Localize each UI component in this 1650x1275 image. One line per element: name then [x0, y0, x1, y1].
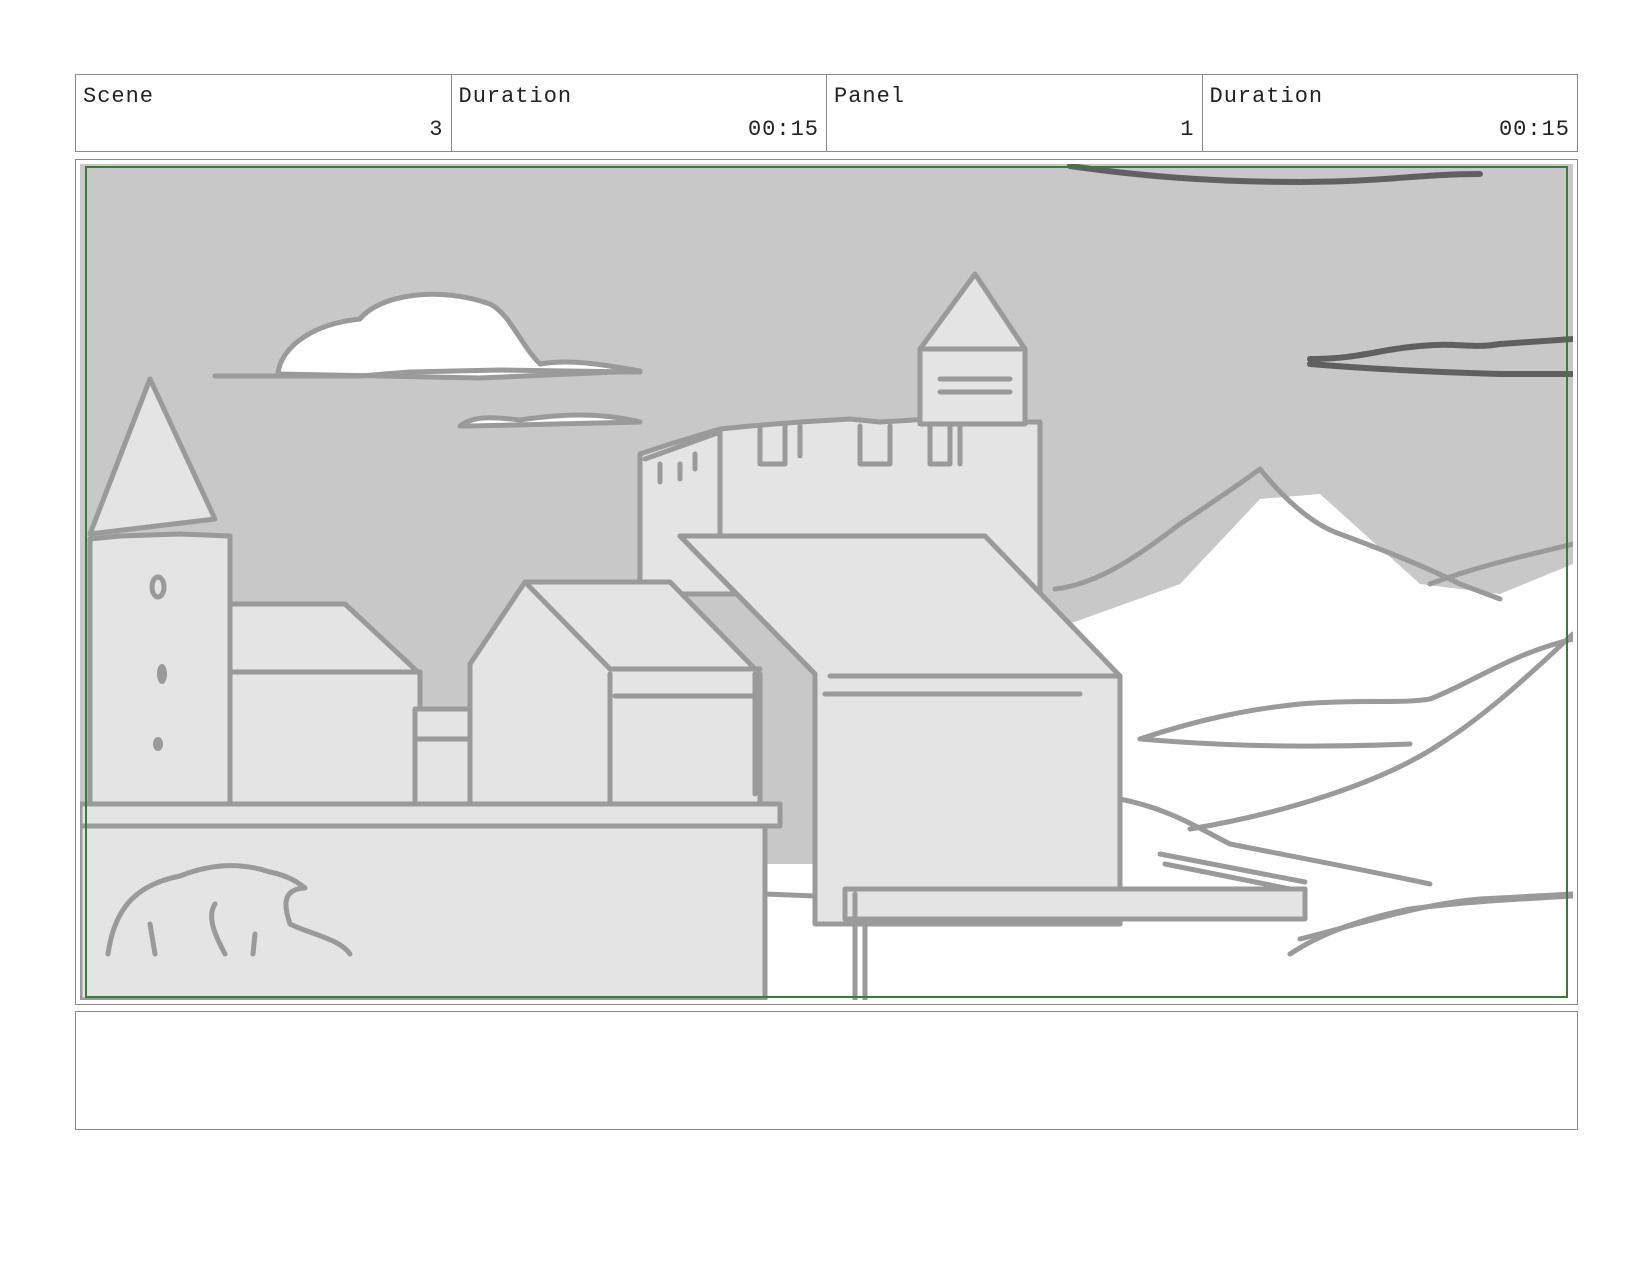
- front-rail: [842, 886, 1308, 922]
- panel-notes-box[interactable]: [75, 1011, 1578, 1130]
- panel-cell: Panel 1: [827, 75, 1203, 151]
- tower-window-2: [157, 664, 167, 684]
- storyboard-panel-frame: [75, 159, 1578, 1005]
- castle-sketch-drawing: [80, 164, 1573, 1000]
- panel-header: Scene 3 Duration 00:15 Panel 1 Duration …: [75, 74, 1578, 152]
- panel-label: Panel: [834, 84, 906, 109]
- scene-duration-label: Duration: [458, 84, 573, 109]
- panel-duration-value: 00:15: [1498, 117, 1570, 142]
- cloud-2: [457, 412, 643, 429]
- scene-cell: Scene 3: [76, 75, 452, 151]
- front-wall: [80, 801, 783, 829]
- lower-wall-line: [762, 891, 818, 899]
- tower-window-3: [153, 737, 163, 751]
- scene-number: 3: [429, 117, 444, 142]
- panel-duration-label: Duration: [1209, 84, 1324, 109]
- panel-number: 1: [1180, 117, 1195, 142]
- panel-duration-cell: Duration 00:15: [1203, 75, 1578, 151]
- tower-body: [917, 346, 1028, 427]
- scene-duration-value: 00:15: [747, 117, 819, 142]
- scene-duration-cell: Duration 00:15: [452, 75, 827, 151]
- scene-label: Scene: [83, 84, 155, 109]
- lower-wall: [80, 823, 768, 1000]
